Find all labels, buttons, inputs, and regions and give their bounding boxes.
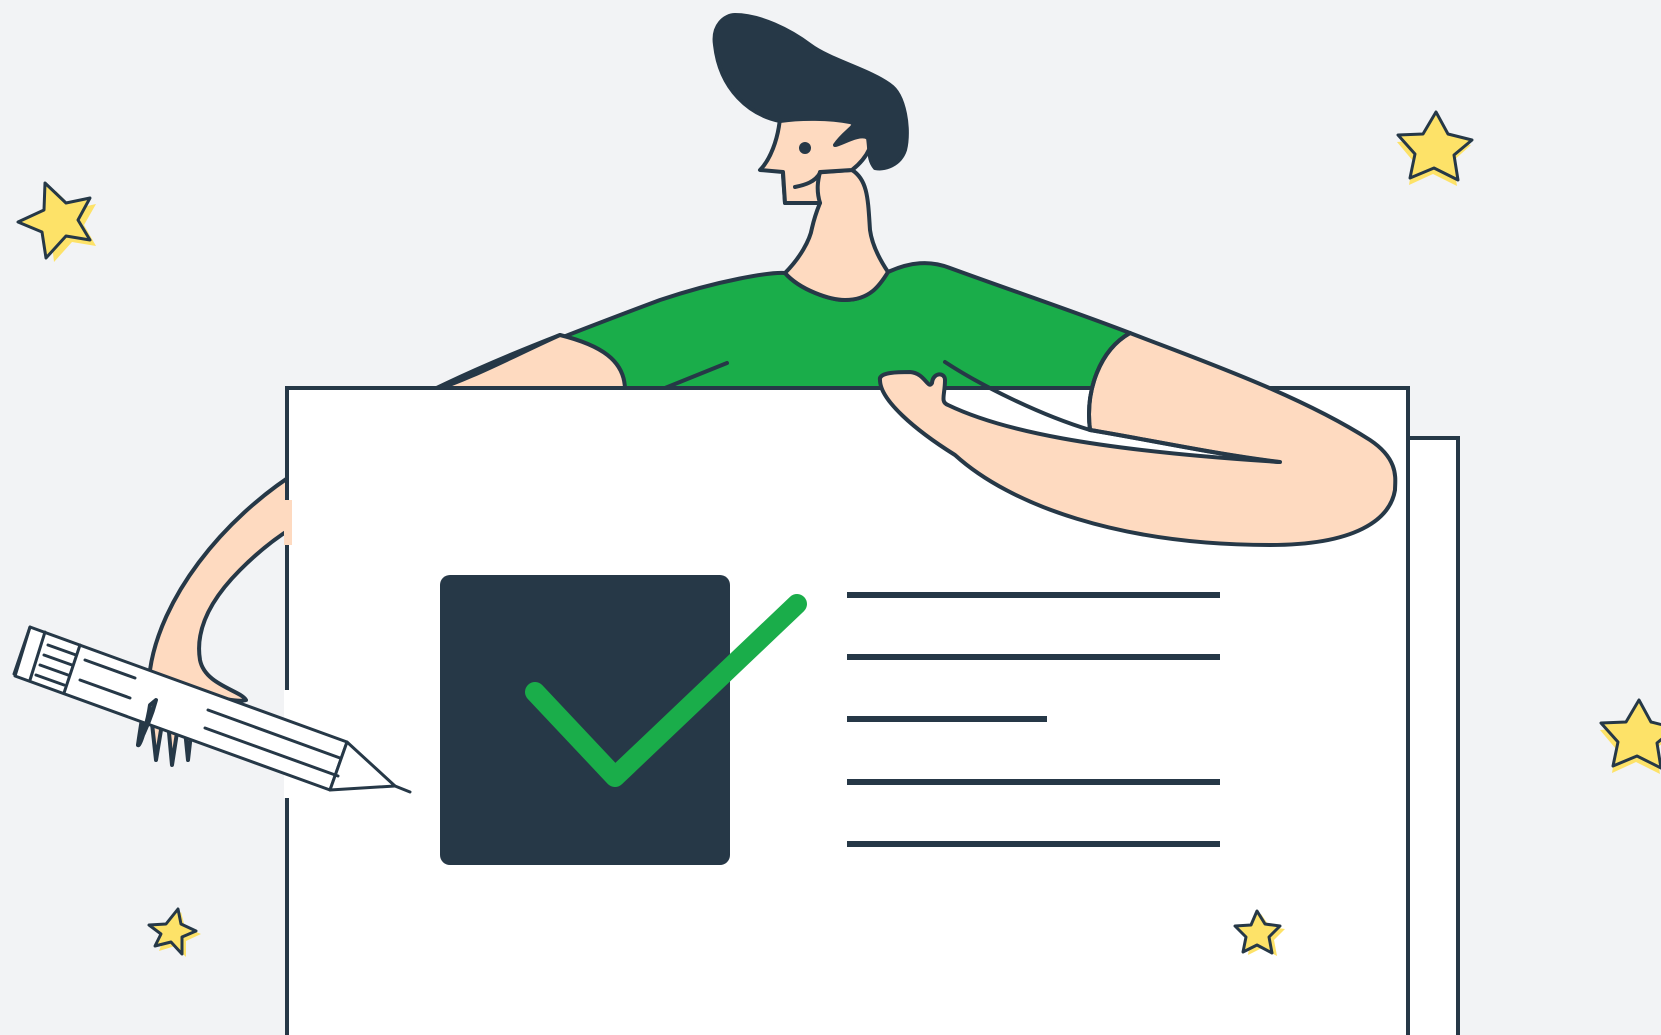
star-icon [16,181,96,262]
eye [799,142,811,154]
star-icon [1599,698,1661,774]
star-icon [1396,110,1474,186]
star-icon [147,907,201,957]
illustration-canvas [12,13,1661,1035]
